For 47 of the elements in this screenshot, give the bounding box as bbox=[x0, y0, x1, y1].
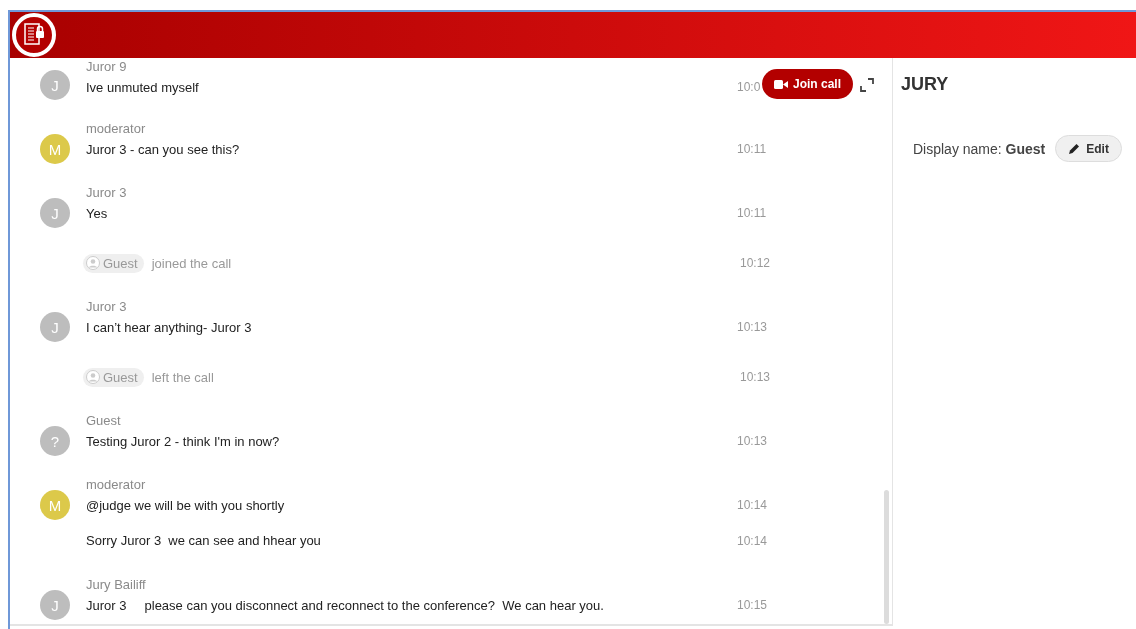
message-text: I can’t hear anything- Juror 3 bbox=[86, 319, 252, 335]
event-text: joined the call bbox=[151, 255, 233, 271]
video-camera-icon bbox=[774, 79, 788, 89]
message-time: 10:14 bbox=[737, 533, 769, 548]
message-text: @judge we will be with you shortly bbox=[86, 497, 285, 513]
avatar: M bbox=[40, 134, 70, 164]
expand-icon[interactable] bbox=[860, 78, 874, 92]
sender-name: moderator bbox=[86, 476, 146, 494]
join-call-button[interactable]: Join call bbox=[762, 69, 854, 99]
message-time: 10:13 bbox=[737, 434, 769, 448]
avatar: J bbox=[40, 198, 70, 228]
avatar: J bbox=[40, 590, 70, 620]
sender-name: Juror 9 bbox=[86, 58, 127, 76]
sender-name: Guest bbox=[86, 412, 121, 430]
person-icon bbox=[86, 256, 100, 270]
document-lock-logo-icon[interactable] bbox=[12, 13, 56, 57]
message-time: 10:13 bbox=[737, 320, 769, 334]
message-text: Juror 3 please can you disconnect and reconnect to the conference? We can hear you. bbox=[86, 597, 604, 613]
avatar: M bbox=[40, 490, 70, 520]
message-time: 10:0 bbox=[737, 80, 762, 94]
avatar: J bbox=[40, 70, 70, 100]
message-text: Juror 3 - can you see this? bbox=[86, 141, 240, 157]
user-chip: Guest bbox=[83, 367, 144, 387]
avatar: ? bbox=[40, 426, 70, 456]
message-text: Yes bbox=[86, 205, 108, 221]
pencil-icon bbox=[1068, 142, 1081, 155]
person-icon bbox=[86, 370, 100, 384]
sender-name: moderator bbox=[86, 120, 146, 138]
message-time: 10:14 bbox=[737, 498, 769, 512]
message-time: 10:15 bbox=[737, 598, 769, 612]
sender-name: Jury Bailiff bbox=[86, 576, 146, 594]
edit-button[interactable]: Edit bbox=[1055, 135, 1122, 162]
message-text: Ive unmuted myself bbox=[86, 79, 199, 95]
sender-name: Juror 3 bbox=[86, 298, 127, 316]
message-time: 10:12 bbox=[740, 256, 772, 270]
message-time: 10:13 bbox=[740, 370, 772, 384]
message-time: 10:11 bbox=[737, 142, 768, 156]
message-text: Testing Juror 2 - think I'm in now? bbox=[86, 433, 280, 449]
panel-title: JURY bbox=[901, 74, 950, 95]
avatar: J bbox=[40, 312, 70, 342]
display-name-text: Display name: Guest bbox=[913, 140, 1046, 157]
scrollbar[interactable] bbox=[884, 490, 889, 624]
event-text: left the call bbox=[151, 369, 215, 385]
user-chip: Guest bbox=[83, 253, 144, 273]
sender-name: Juror 3 bbox=[86, 184, 127, 202]
message-text: Sorry Juror 3 we can see and hhear you bbox=[86, 533, 321, 548]
message-time: 10:11 bbox=[737, 206, 768, 220]
